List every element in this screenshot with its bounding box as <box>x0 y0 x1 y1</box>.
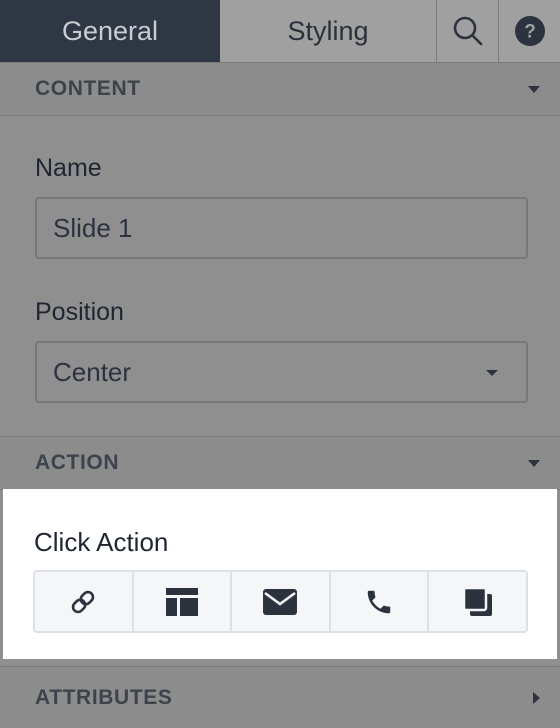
chevron-down-icon <box>486 370 498 376</box>
position-select-value: Center <box>53 356 132 387</box>
copy-icon <box>462 586 492 616</box>
section-content-header[interactable]: CONTENT <box>0 62 560 116</box>
help-button[interactable]: ? <box>499 0 560 62</box>
click-action-label: Click Action <box>34 527 169 557</box>
phone-action-button[interactable] <box>330 572 430 631</box>
envelope-icon <box>263 588 298 615</box>
click-action-panel: Click Action <box>3 489 557 659</box>
tab-general[interactable]: General <box>0 0 220 62</box>
top-tab-bar: General Styling ? <box>0 0 560 62</box>
chevron-right-icon <box>533 691 540 704</box>
tab-styling[interactable]: Styling <box>220 0 437 62</box>
help-icon: ? <box>514 16 545 46</box>
email-action-button[interactable] <box>232 572 331 631</box>
search-icon <box>453 16 482 46</box>
name-label: Name <box>35 154 102 182</box>
phone-icon <box>367 590 391 613</box>
link-action-button[interactable] <box>35 572 134 631</box>
chevron-down-icon <box>528 459 540 467</box>
section-action-header[interactable]: ACTION <box>0 436 560 490</box>
search-button[interactable] <box>437 0 499 62</box>
layout-icon <box>165 587 198 616</box>
section-attributes-title: ATTRIBUTES <box>35 685 173 709</box>
tab-general-label: General <box>61 15 159 46</box>
name-field-value: Slide 1 <box>53 212 133 243</box>
position-label: Position <box>35 298 124 326</box>
svg-text:?: ? <box>524 22 536 43</box>
layout-action-button[interactable] <box>133 572 233 631</box>
section-content-title: CONTENT <box>35 77 141 100</box>
chevron-down-icon <box>528 85 540 93</box>
section-action-title: ACTION <box>35 451 120 474</box>
section-attributes-header[interactable]: ATTRIBUTES <box>0 666 560 728</box>
link-icon <box>72 590 95 613</box>
copy-action-button[interactable] <box>429 572 526 631</box>
position-select[interactable]: Center <box>35 341 528 403</box>
name-field[interactable]: Slide 1 <box>35 197 528 259</box>
click-action-buttons <box>33 570 528 633</box>
tab-styling-label: Styling <box>287 15 369 46</box>
